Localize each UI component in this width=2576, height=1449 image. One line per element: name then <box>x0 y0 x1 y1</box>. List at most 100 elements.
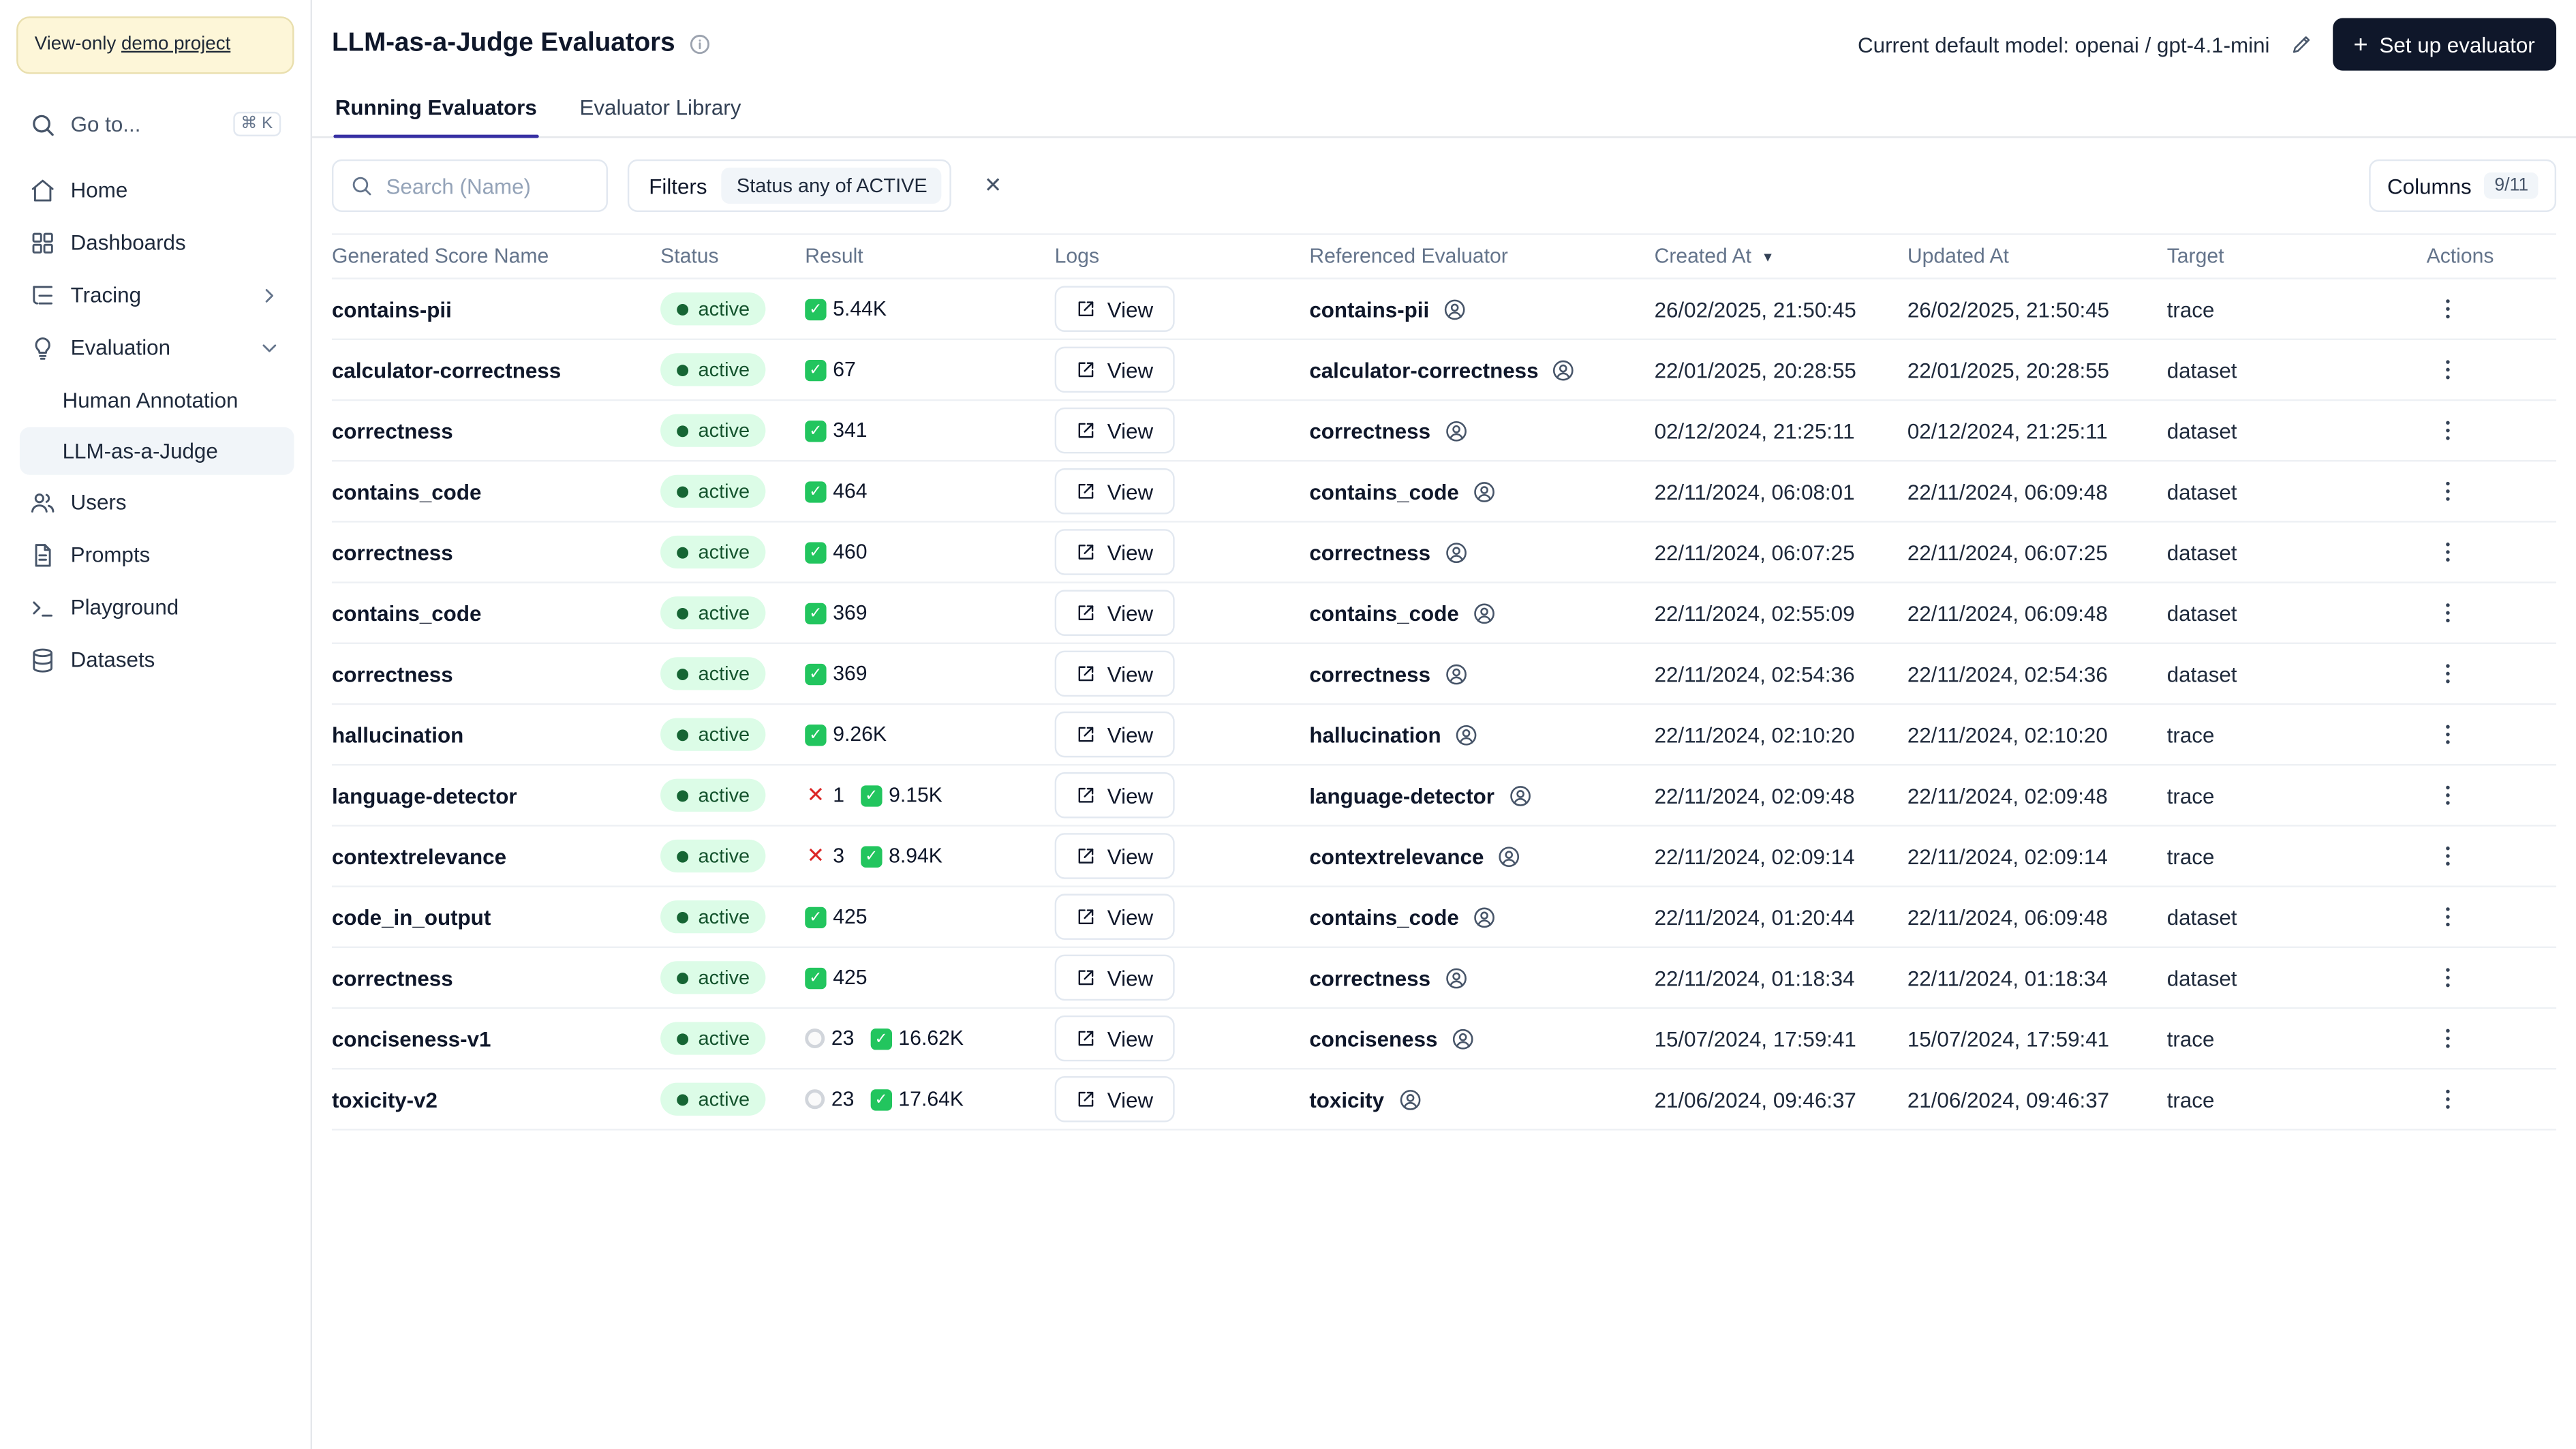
logs-cell: View <box>1054 772 1310 819</box>
view-logs-button[interactable]: View <box>1054 772 1175 819</box>
goto-search[interactable]: Go to... ⌘ K <box>16 100 294 149</box>
row-actions-button[interactable] <box>2427 409 2470 452</box>
status-label: active <box>698 540 750 564</box>
table-row[interactable]: contains_code active ✓ 464 View contains_… <box>331 461 2557 523</box>
referenced-evaluator-cell: contains_code <box>1309 479 1654 504</box>
edit-model-button[interactable] <box>2286 29 2316 59</box>
row-actions-button[interactable] <box>2427 896 2470 939</box>
clear-filters-button[interactable]: ✕ <box>972 164 1015 207</box>
view-logs-button[interactable]: View <box>1054 833 1175 879</box>
view-logs-button[interactable]: View <box>1054 1076 1175 1123</box>
sidebar-item-tracing[interactable]: Tracing <box>16 271 294 320</box>
status-badge: active <box>660 1022 767 1055</box>
actions-cell <box>2427 1017 2556 1060</box>
view-logs-button[interactable]: View <box>1054 894 1175 940</box>
status-dot-icon <box>677 1093 689 1105</box>
referenced-evaluator-cell: correctness <box>1309 965 1654 990</box>
table-row[interactable]: contains_code active ✓ 369 View contains_… <box>331 583 2557 644</box>
row-actions-button[interactable] <box>2427 348 2470 391</box>
view-logs-button[interactable]: View <box>1054 590 1175 636</box>
row-actions-button[interactable] <box>2427 774 2470 817</box>
sidebar-item-playground[interactable]: Playground <box>16 583 294 632</box>
view-logs-button[interactable]: View <box>1054 468 1175 515</box>
tab-running-evaluators[interactable]: Running Evaluators <box>333 80 538 138</box>
sidebar-item-datasets[interactable]: Datasets <box>16 636 294 685</box>
referenced-evaluator-cell: contains_code <box>1309 904 1654 929</box>
view-label: View <box>1107 296 1154 322</box>
filter-chip[interactable]: Status any of ACTIVE <box>722 167 942 204</box>
view-logs-button[interactable]: View <box>1054 954 1175 1001</box>
status-badge: active <box>660 1082 767 1116</box>
table-row[interactable]: language-detector active ✕ 1 ✓ 9.15K View l… <box>331 765 2557 827</box>
users-icon <box>29 489 56 516</box>
table-row[interactable]: code_in_output active ✓ 425 View contains… <box>331 887 2557 948</box>
row-actions-button[interactable] <box>2427 592 2470 635</box>
info-icon[interactable] <box>688 33 711 56</box>
row-actions-button[interactable] <box>2427 1017 2470 1060</box>
row-actions-button[interactable] <box>2427 956 2470 999</box>
table-row[interactable]: correctness active ✓ 369 View correctness… <box>331 644 2557 705</box>
sidebar-item-users[interactable]: Users <box>16 478 294 527</box>
table-row[interactable]: correctness active ✓ 425 View correctness… <box>331 948 2557 1009</box>
table-row[interactable]: contextrelevance active ✕ 3 ✓ 8.94K View co… <box>331 827 2557 887</box>
sidebar-item-human-annotation[interactable]: Human Annotation <box>20 376 294 424</box>
result-count: 460 <box>833 540 868 564</box>
filters-button[interactable]: Filters Status any of ACTIVE <box>627 159 952 212</box>
status-dot-icon <box>677 363 689 376</box>
actions-cell <box>2427 713 2556 756</box>
sidebar-item-home[interactable]: Home <box>16 166 294 215</box>
table-row[interactable]: correctness active ✓ 341 View correctness… <box>331 401 2557 462</box>
logs-cell: View <box>1054 407 1310 454</box>
view-logs-button[interactable]: View <box>1054 529 1175 575</box>
person-circle-icon <box>1443 965 1468 990</box>
created-at-cell: 22/11/2024, 01:18:34 <box>1654 965 1855 990</box>
view-label: View <box>1107 722 1154 747</box>
external-link-icon <box>1078 1031 1094 1046</box>
table-row[interactable]: toxicity-v2 active 23 ✓ 17.64K View toxici… <box>331 1069 2557 1131</box>
kebab-menu-icon <box>2446 968 2450 988</box>
sidebar-item-prompts[interactable]: Prompts <box>16 531 294 580</box>
row-actions-button[interactable] <box>2427 652 2470 695</box>
view-logs-button[interactable]: View <box>1054 286 1175 332</box>
sidebar-item-dashboards[interactable]: Dashboards <box>16 218 294 267</box>
status-dot-icon <box>677 485 689 498</box>
status-cell: active <box>660 414 805 447</box>
lightbulb-icon <box>29 335 56 362</box>
table-row[interactable]: calculator-correctness active ✓ 67 View c… <box>331 340 2557 401</box>
sidebar-item-evaluation[interactable]: Evaluation <box>16 324 294 373</box>
view-logs-button[interactable]: View <box>1054 711 1175 758</box>
status-dot-icon <box>677 911 689 923</box>
terminal-icon <box>29 595 56 622</box>
sidebar-item-llm-as-a-judge[interactable]: LLM-as-a-Judge <box>19 427 294 475</box>
table-row[interactable]: hallucination active ✓ 9.26K View halluci… <box>331 705 2557 766</box>
view-logs-button[interactable]: View <box>1054 346 1175 393</box>
status-cell: active <box>660 1022 805 1055</box>
table-row[interactable]: correctness active ✓ 460 View correctness… <box>331 523 2557 583</box>
person-circle-icon <box>1397 1087 1422 1112</box>
row-actions-button[interactable] <box>2427 713 2470 756</box>
view-logs-button[interactable]: View <box>1054 1015 1175 1062</box>
sidebar-item-label: Evaluation <box>70 335 171 361</box>
row-actions-button[interactable] <box>2427 288 2470 331</box>
tab-evaluator-library[interactable]: Evaluator Library <box>578 80 743 136</box>
column-header-created-at[interactable]: Created At ▼ <box>1655 245 1907 268</box>
target-cell: dataset <box>2166 418 2237 443</box>
setup-evaluator-button[interactable]: + Set up evaluator <box>2332 18 2557 71</box>
referenced-evaluator-cell: correctness <box>1309 661 1654 686</box>
status-cell: active <box>660 535 805 569</box>
columns-button[interactable]: Columns 9/11 <box>2369 159 2557 212</box>
status-badge: active <box>660 657 767 690</box>
kebab-menu-icon <box>2446 846 2450 866</box>
demo-project-link[interactable]: demo project <box>121 35 230 55</box>
view-logs-button[interactable]: View <box>1054 407 1175 454</box>
row-actions-button[interactable] <box>2427 470 2470 513</box>
search-input[interactable] <box>386 173 577 198</box>
row-actions-button[interactable] <box>2427 531 2470 574</box>
row-actions-button[interactable] <box>2427 1078 2470 1120</box>
view-logs-button[interactable]: View <box>1054 650 1175 697</box>
table-row[interactable]: contains-pii active ✓ 5.44K View contains… <box>331 279 2557 341</box>
row-actions-button[interactable] <box>2427 835 2470 878</box>
column-header-name: Generated Score Name <box>331 245 549 268</box>
table-row[interactable]: conciseness-v1 active 23 ✓ 16.62K View con… <box>331 1009 2557 1070</box>
sidebar-item-label: Datasets <box>70 647 155 673</box>
